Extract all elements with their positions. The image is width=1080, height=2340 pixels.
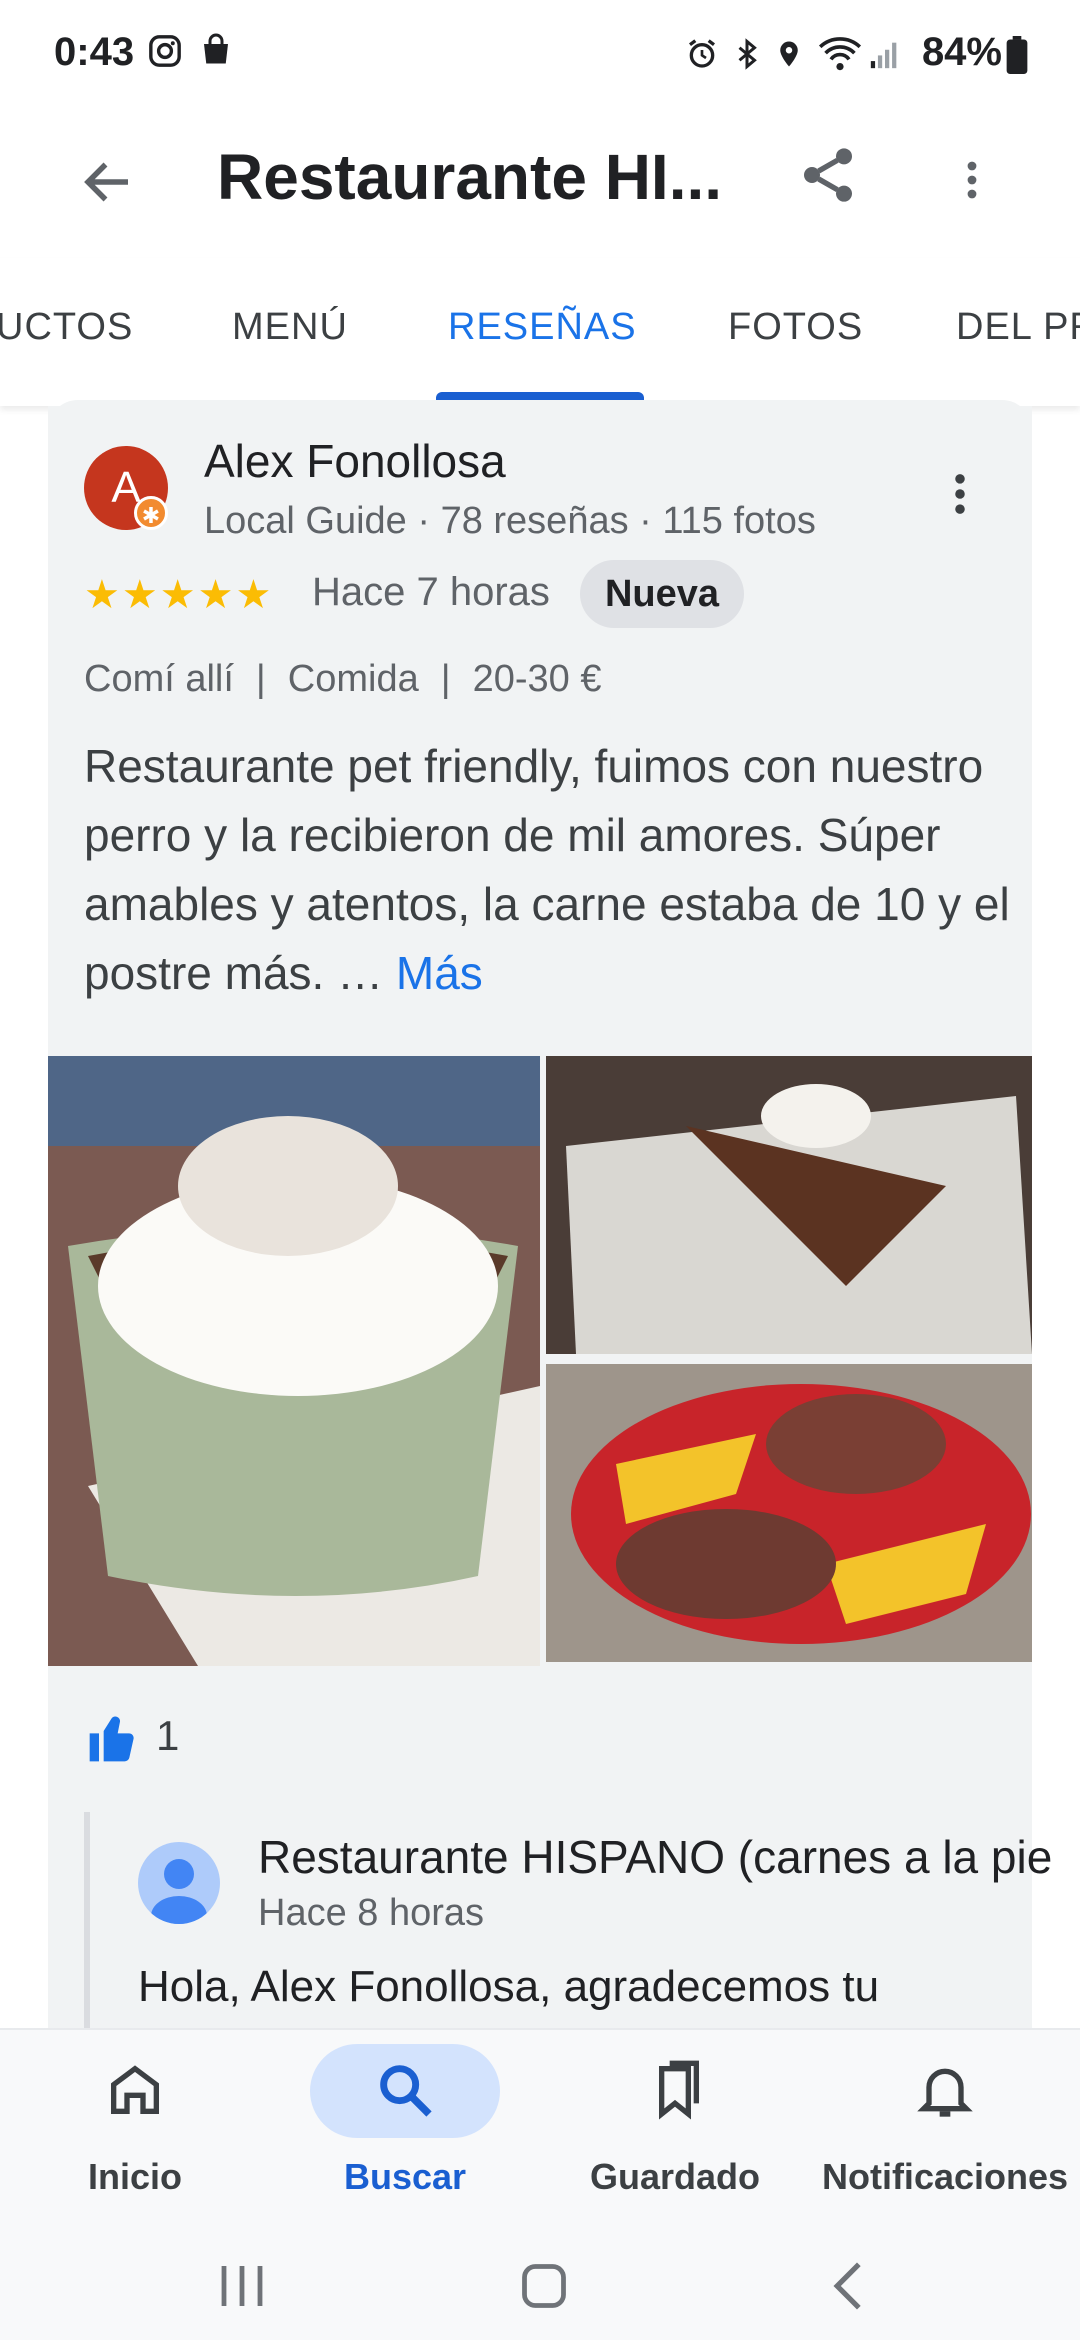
battery-icon — [1006, 36, 1028, 74]
review-photo-cake[interactable] — [546, 1056, 1032, 1354]
home-button-icon[interactable] — [518, 2260, 570, 2312]
status-bar: 0:43 84% — [0, 0, 1080, 112]
system-navigation-bar — [0, 2226, 1080, 2340]
bell-icon — [917, 2068, 973, 2117]
shopping-bag-icon — [204, 33, 228, 64]
home-icon — [111, 2065, 159, 2114]
page-title: Restaurante HI... — [217, 141, 723, 213]
nav-label-inicio: Inicio — [87, 2156, 182, 2197]
share-icon[interactable] — [796, 140, 860, 210]
local-guide-badge-icon: ✱ — [134, 496, 168, 530]
star-rating: ★★★★★ — [84, 573, 274, 617]
alarm-icon — [689, 39, 715, 68]
bluetooth-icon — [738, 38, 757, 70]
bottom-navigation: Inicio Buscar Guardado Notificaciones — [0, 2028, 1080, 2228]
nav-label-guardado: Guardado — [589, 2156, 760, 2197]
reply-divider — [84, 1812, 90, 2030]
bookmarks-icon — [659, 2060, 699, 2120]
tag-separator: | — [255, 658, 266, 700]
review-time: Hace 7 horas — [312, 570, 550, 614]
nav-label-notificaciones: Notificaciones — [821, 2156, 1069, 2197]
more-link[interactable]: Más — [396, 947, 483, 999]
review-text: Restaurante pet friendly, fuimos con nue… — [84, 732, 1024, 1008]
reviewer-meta: Local Guide · 78 reseñas · 115 fotos — [204, 500, 816, 542]
reviewer-name[interactable]: Alex Fonollosa — [204, 434, 506, 488]
tab-menu[interactable]: MENÚ — [232, 306, 348, 349]
tab-bar: UCTOS MENÚ RESEÑAS FOTOS DEL PR — [0, 258, 1080, 406]
signal-icon — [870, 42, 897, 69]
recents-icon[interactable] — [216, 2262, 268, 2310]
person-icon — [151, 1859, 207, 1924]
tag-price: 20-30 € — [472, 658, 602, 700]
tab-resenas[interactable]: RESEÑAS — [448, 306, 637, 349]
app-bar: Restaurante HI... — [0, 112, 1080, 261]
thumbs-up-icon[interactable] — [84, 1710, 142, 1766]
like-count: 1 — [156, 1712, 180, 1759]
review-photo-steak[interactable] — [546, 1364, 1032, 1662]
tag-meal: Comida — [287, 658, 419, 700]
owner-reply-text: Hola, Alex Fonollosa, agradecemos tu — [138, 1962, 880, 2011]
tab-fotos[interactable]: FOTOS — [728, 306, 863, 349]
nav-guardado[interactable]: Guardado — [540, 2030, 810, 2228]
nav-inicio[interactable]: Inicio — [0, 2030, 270, 2228]
review-more-icon[interactable] — [934, 462, 986, 526]
system-back-icon[interactable] — [828, 2260, 868, 2312]
more-vert-icon[interactable] — [948, 146, 996, 214]
nav-buscar[interactable]: Buscar — [270, 2030, 540, 2228]
tag-visit: Comí allí — [84, 658, 234, 700]
battery-level: 84% — [921, 30, 1002, 74]
nav-label-buscar: Buscar — [343, 2156, 467, 2197]
review-body: Restaurante pet friendly, fuimos con nue… — [84, 740, 1010, 999]
wifi-icon — [818, 37, 862, 71]
nav-notificaciones[interactable]: Notificaciones — [810, 2030, 1080, 2228]
tab-del-propietario[interactable]: DEL PR — [956, 306, 1080, 349]
instagram-icon — [149, 35, 181, 67]
owner-name: Restaurante HISPANO (carnes a la pie — [258, 1831, 1053, 1883]
review-tags: Comí allí | Comida | 20-30 € — [84, 658, 602, 701]
review-card-top — [48, 400, 1032, 440]
tag-separator: | — [440, 658, 451, 700]
new-badge: Nueva — [580, 560, 744, 628]
review-photo-dessert[interactable] — [48, 1056, 540, 1666]
status-time: 0:43 — [54, 30, 135, 74]
owner-avatar — [138, 1842, 220, 1924]
search-icon — [380, 2065, 432, 2117]
location-icon — [780, 41, 798, 67]
tab-productos[interactable]: UCTOS — [0, 306, 133, 349]
owner-reply-time: Hace 8 horas — [258, 1892, 485, 1934]
back-arrow-icon[interactable] — [78, 152, 138, 212]
